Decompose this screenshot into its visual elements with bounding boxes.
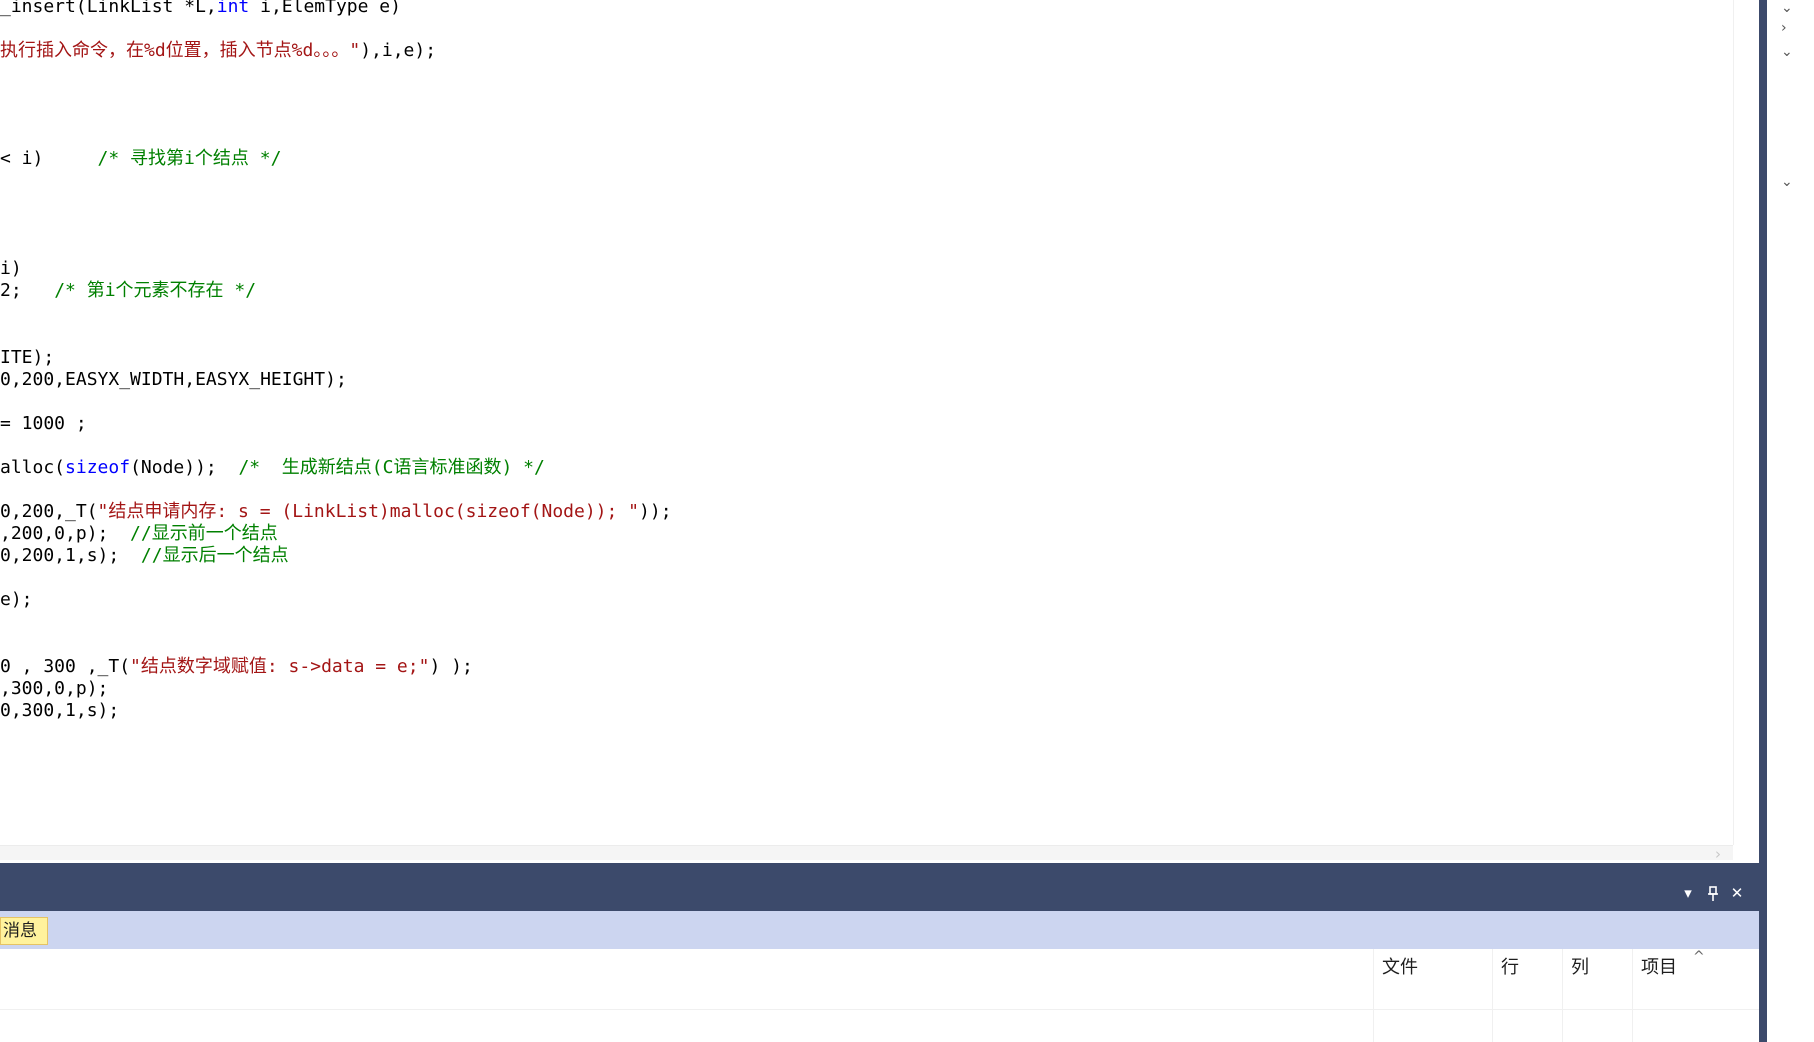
- code-line: 执行插入命令，在%d位置，插入节点%d。。。"),i,e);: [0, 38, 436, 63]
- code-token: 2;: [0, 280, 55, 301]
- tab-strip: 消息: [0, 911, 1759, 949]
- code-line: < i) /* 寻找第i个结点 */: [0, 146, 281, 171]
- code-line: 0,200,EASYX_WIDTH,EASYX_HEIGHT);: [0, 367, 347, 392]
- code-editor[interactable]: _insert(LinkList *L,int i,ElemType e) 执行插…: [0, 0, 1734, 860]
- pin-icon[interactable]: [1702, 882, 1724, 904]
- code-token: //显示后一个结点: [140, 545, 289, 566]
- code-token: ITE);: [0, 347, 55, 368]
- column-header-line[interactable]: 行: [1501, 953, 1519, 979]
- code-token: ,300,0,p);: [0, 678, 109, 699]
- column-column[interactable]: 列: [1562, 949, 1589, 1042]
- dropdown-icon[interactable]: ▾: [1677, 882, 1699, 904]
- code-line: e);: [0, 587, 33, 612]
- column-header-file[interactable]: 文件: [1382, 953, 1418, 979]
- scroll-right-icon[interactable]: ›: [1715, 845, 1721, 860]
- code-line: 0,300,1,s);: [0, 698, 119, 723]
- panel-splitter[interactable]: [0, 863, 1759, 875]
- code-line: _insert(LinkList *L,int i,ElemType e): [0, 0, 401, 19]
- code-token: /* 寻找第i个结点 */: [97, 148, 282, 169]
- side-panel: ⌄ › ⌄ ⌄: [1767, 0, 1814, 1042]
- code-token: (Node));: [130, 457, 239, 478]
- code-line: = 1000 ;: [0, 411, 87, 436]
- code-token: i,ElemType e): [249, 0, 401, 17]
- code-token: alloc(: [0, 457, 66, 478]
- code-token: < i): [0, 148, 98, 169]
- expand-chevron-icon[interactable]: ⌄: [1781, 174, 1793, 190]
- code-token: i): [0, 258, 22, 279]
- column-header-column[interactable]: 列: [1571, 953, 1589, 979]
- code-token: e);: [0, 589, 33, 610]
- expand-chevron-icon[interactable]: ⌄: [1781, 0, 1793, 16]
- code-token: "结点数字域赋值: s->data = e;": [130, 656, 430, 677]
- code-token: "结点申请内存: s = (LinkList)malloc(sizeof(Nod…: [97, 501, 640, 522]
- code-token: ));: [639, 501, 672, 522]
- column-header-project[interactable]: 项目: [1641, 953, 1677, 979]
- code-line: 0,200,1,s); //显示后一个结点: [0, 543, 289, 568]
- code-token: 执行插入命令，在%d位置，插入节点%d。。。": [0, 40, 361, 61]
- message-list[interactable]: 文件 行 列 项目 ^: [0, 949, 1759, 1042]
- code-token: sizeof: [65, 457, 131, 478]
- code-token: = 1000 ;: [0, 413, 87, 434]
- chevron-right-icon[interactable]: ›: [1781, 20, 1787, 36]
- code-token: //显示前一个结点: [130, 523, 278, 544]
- code-token: 0,300,1,s);: [0, 700, 120, 721]
- close-icon[interactable]: ✕: [1726, 882, 1748, 904]
- code-token: _insert(LinkList *L,: [0, 0, 217, 17]
- vertical-scrollbar[interactable]: ︿ ﹀: [1733, 0, 1734, 845]
- tool-window-titlebar: ▾ ✕: [0, 875, 1759, 911]
- code-token: /* 第i个元素不存在 */: [54, 280, 257, 301]
- code-token: int: [216, 0, 250, 17]
- code-line: alloc(sizeof(Node)); /* 生成新结点(C语言标准函数) *…: [0, 455, 545, 480]
- column-line[interactable]: 行: [1492, 949, 1519, 1042]
- column-project[interactable]: 项目: [1632, 949, 1677, 1042]
- window-edge: [1759, 0, 1767, 1042]
- code-token: 0,200,EASYX_WIDTH,EASYX_HEIGHT);: [0, 369, 347, 390]
- horizontal-scrollbar[interactable]: ›: [0, 845, 1733, 860]
- code-token: ) );: [429, 656, 473, 677]
- code-token: 0,200,_T(: [0, 501, 98, 522]
- code-token: 0 , 300 ,_T(: [0, 656, 131, 677]
- code-area[interactable]: _insert(LinkList *L,int i,ElemType e) 执行插…: [0, 0, 1508, 845]
- code-token: ,200,0,p);: [0, 523, 131, 544]
- code-line: 2; /* 第i个元素不存在 */: [0, 278, 256, 303]
- code-token: ),i,e);: [360, 40, 437, 61]
- sort-ascending-icon: ^: [1693, 949, 1705, 965]
- code-token: /* 生成新结点(C语言标准函数) */: [238, 457, 545, 478]
- column-file[interactable]: 文件: [1373, 949, 1418, 1042]
- expand-chevron-icon[interactable]: ⌄: [1781, 44, 1793, 60]
- code-token: 0,200,1,s);: [0, 545, 141, 566]
- grid-header: [0, 949, 1759, 1010]
- tab-messages[interactable]: 消息: [0, 917, 48, 945]
